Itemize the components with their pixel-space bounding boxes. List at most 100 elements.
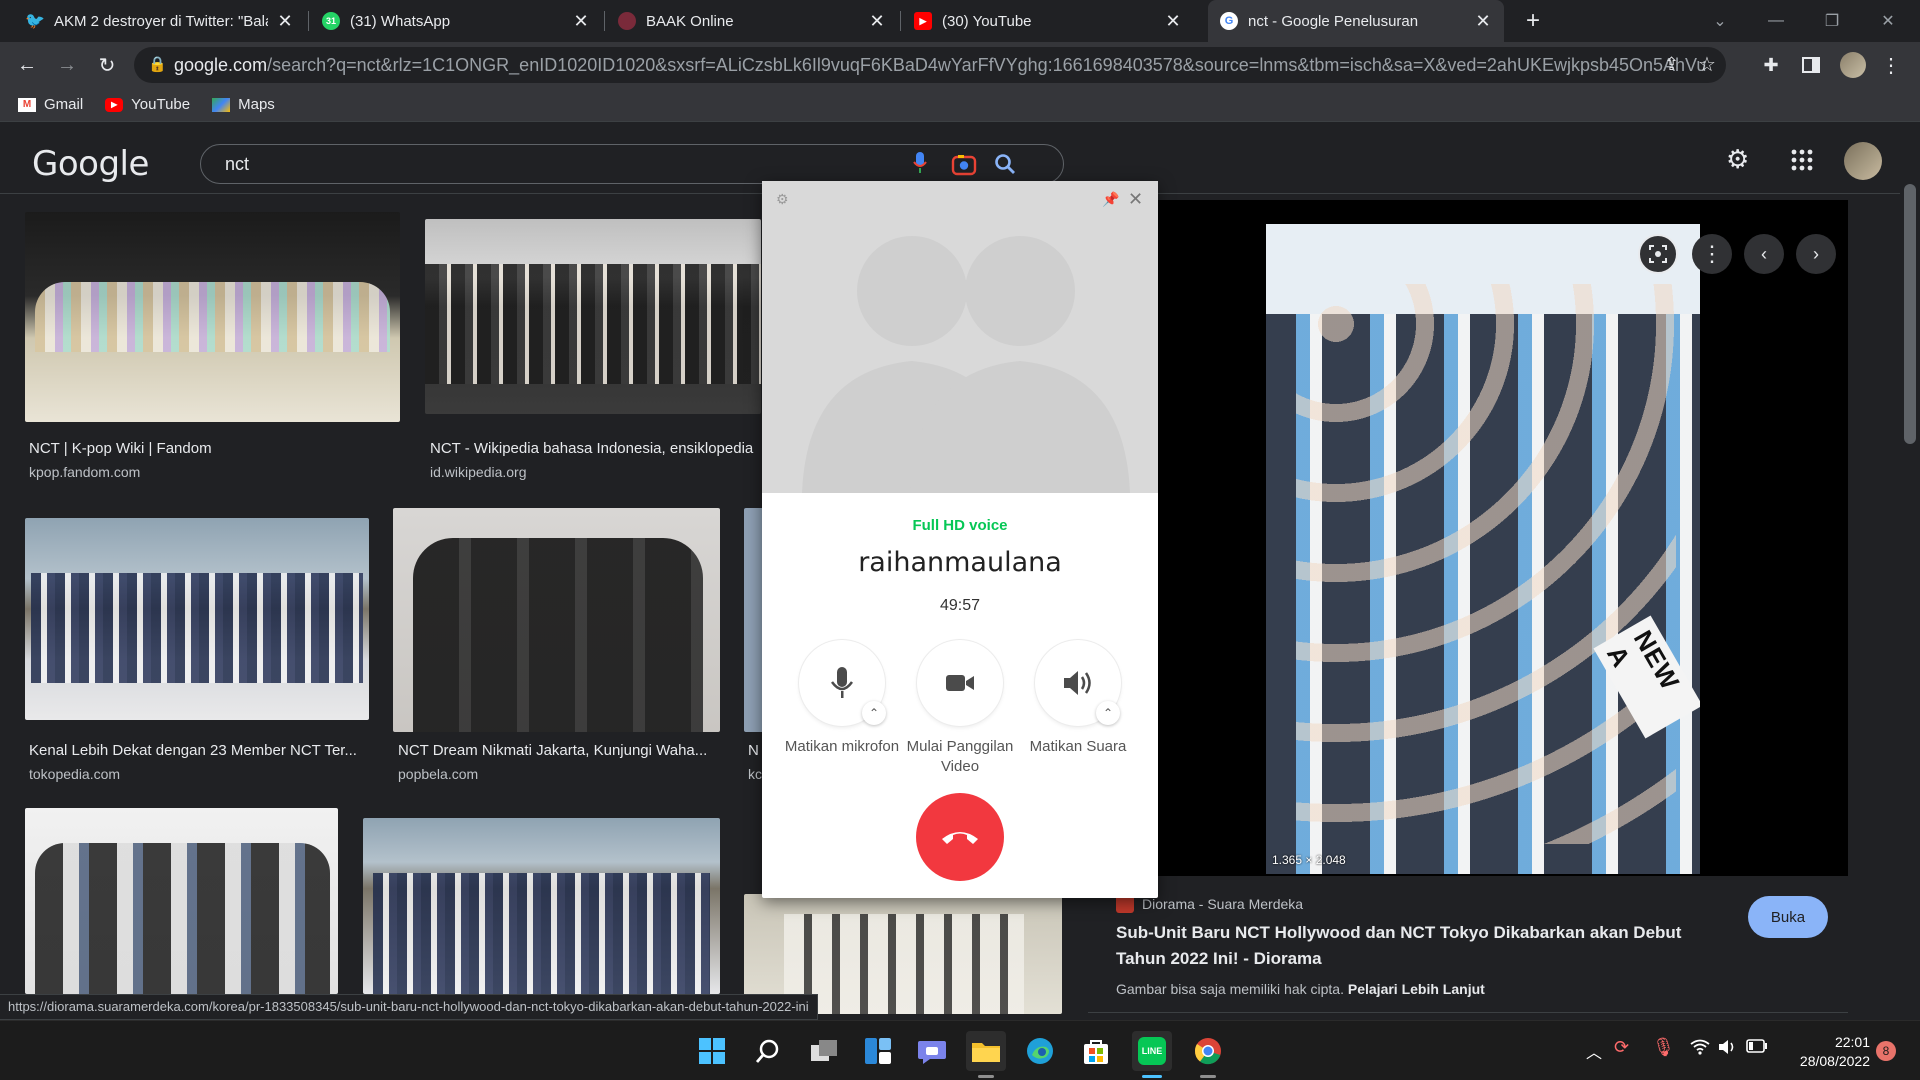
notification-count-badge[interactable]: 8 — [1876, 1041, 1896, 1061]
tab-twitter[interactable]: 🐦 AKM 2 destroyer di Twitter: "Bala ✕ — [14, 0, 306, 42]
start-video-call-label: Mulai Panggilan Video — [906, 738, 1014, 775]
bookmark-gmail[interactable]: M Gmail — [18, 96, 83, 113]
restore-button[interactable]: ❐ — [1804, 0, 1860, 42]
image-result-thumbnail[interactable] — [425, 219, 761, 414]
result-title[interactable]: NCT - Wikipedia bahasa Indonesia, ensikl… — [430, 440, 762, 457]
chrome-icon[interactable] — [1188, 1031, 1228, 1071]
settings-gear-icon[interactable]: ⚙ — [776, 191, 789, 208]
image-result-thumbnail[interactable] — [25, 808, 338, 994]
clock[interactable]: 22:01 28/08/2022 — [1778, 1033, 1870, 1071]
page-scrollbar[interactable] — [1900, 122, 1920, 1020]
mute-speaker-label: Matikan Suara — [1029, 738, 1127, 755]
volume-icon[interactable] — [1718, 1039, 1738, 1059]
result-source: id.wikipedia.org — [430, 464, 527, 480]
tab-whatsapp[interactable]: 31 (31) WhatsApp ✕ — [310, 0, 602, 42]
microphone-in-use-icon[interactable]: 🎙 — [1652, 1037, 1675, 1058]
image-result-thumbnail[interactable] — [744, 508, 764, 732]
address-bar[interactable]: 🔒 google.com/search?q=nct&rlz=1C1ONGR_en… — [134, 47, 1726, 83]
baak-icon — [618, 12, 636, 30]
side-panel-icon[interactable] — [1796, 50, 1826, 80]
default-avatar-icon — [802, 236, 1130, 493]
previous-image-button[interactable]: ‹ — [1744, 234, 1784, 274]
tab-google-search[interactable]: G nct - Google Penelusuran ✕ — [1208, 0, 1504, 42]
speaker-icon — [1064, 671, 1091, 695]
apps-grid-icon[interactable] — [1790, 148, 1814, 172]
next-image-button[interactable]: › — [1796, 234, 1836, 274]
forward-button[interactable]: → — [52, 50, 82, 80]
maps-icon — [212, 97, 231, 112]
search-input[interactable] — [225, 152, 865, 176]
image-result-thumbnail[interactable] — [25, 212, 400, 422]
close-tab-icon[interactable]: ✕ — [1474, 11, 1492, 32]
clock-date: 28/08/2022 — [1799, 1053, 1870, 1069]
sync-error-icon[interactable]: ⟳ — [1614, 1037, 1629, 1058]
google-account-avatar[interactable] — [1844, 142, 1882, 180]
edge-icon[interactable] — [1020, 1031, 1060, 1071]
close-call-window-icon[interactable]: ✕ — [1128, 189, 1143, 210]
image-result-thumbnail[interactable] — [393, 508, 720, 732]
open-button[interactable]: Buka — [1748, 896, 1828, 938]
bookmark-maps[interactable]: Maps — [212, 96, 275, 113]
search-icon[interactable] — [993, 151, 1017, 177]
lock-icon[interactable]: 🔒 — [148, 55, 167, 73]
image-result-thumbnail[interactable] — [363, 818, 720, 994]
speaker-options-caret-icon[interactable]: ⌃ — [1096, 701, 1120, 725]
lens-camera-icon[interactable] — [951, 153, 977, 177]
close-tab-icon[interactable]: ✕ — [572, 11, 590, 32]
battery-icon[interactable] — [1746, 1039, 1768, 1057]
call-duration: 49:57 — [939, 597, 981, 614]
learn-more-link[interactable]: Pelajari Lebih Lanjut — [1348, 981, 1485, 997]
result-source: kpop.fandom.com — [29, 464, 141, 480]
mic-options-caret-icon[interactable]: ⌃ — [862, 701, 886, 725]
search-box[interactable] — [200, 144, 1064, 184]
clock-time: 22:01 — [1834, 1034, 1870, 1050]
chrome-menu-icon[interactable]: ⋮ — [1876, 50, 1906, 80]
result-source: tokopedia.com — [29, 766, 121, 782]
tab-baak[interactable]: BAAK Online ✕ — [606, 0, 898, 42]
reload-button[interactable]: ↻ — [92, 50, 122, 80]
voice-call-window: ⚙ 📌 ✕ Full HD voice raihanmaulana 49:57 … — [762, 181, 1158, 898]
running-indicator — [1142, 1075, 1162, 1078]
wifi-icon[interactable] — [1690, 1039, 1710, 1059]
task-view-icon[interactable] — [804, 1031, 844, 1071]
new-tab-button[interactable]: + — [1518, 6, 1548, 36]
scrollbar-thumb[interactable] — [1904, 184, 1916, 444]
file-explorer-icon[interactable] — [966, 1031, 1006, 1071]
show-hidden-icons-chevron[interactable]: ︿ — [1586, 1039, 1602, 1063]
store-icon[interactable] — [1076, 1031, 1116, 1071]
video-camera-icon — [946, 675, 974, 691]
share-icon[interactable]: ⇪ — [1664, 54, 1679, 75]
close-tab-icon[interactable]: ✕ — [276, 11, 294, 32]
google-logo[interactable]: Google — [32, 144, 149, 184]
result-title[interactable]: NCT Dream Nikmati Jakarta, Kunjungi Waha… — [398, 742, 720, 759]
bookmark-youtube[interactable]: ▶ YouTube — [105, 96, 190, 113]
line-icon[interactable]: LINE — [1132, 1031, 1172, 1071]
tab-search-chevron-icon[interactable]: ⌄ — [1692, 0, 1748, 42]
preview-title[interactable]: Sub-Unit Baru NCT Hollywood dan NCT Toky… — [1116, 920, 1716, 972]
end-call-button[interactable] — [916, 793, 1004, 881]
profile-avatar[interactable] — [1838, 50, 1868, 80]
teams-chat-icon[interactable] — [912, 1031, 952, 1071]
lens-search-button[interactable] — [1638, 234, 1678, 274]
start-video-call-button[interactable] — [917, 640, 1003, 726]
result-title[interactable]: Kenal Lebih Dekat dengan 23 Member NCT T… — [29, 742, 369, 759]
hang-up-phone-icon — [942, 832, 978, 844]
image-result-thumbnail[interactable] — [25, 518, 369, 720]
extensions-icon[interactable]: ✚ — [1756, 50, 1786, 80]
close-tab-icon[interactable]: ✕ — [868, 11, 886, 32]
preview-image[interactable]: NEW A 1.365 × 2.048 — [1266, 224, 1700, 874]
back-button[interactable]: ← — [12, 50, 42, 80]
close-window-button[interactable]: ✕ — [1860, 0, 1916, 42]
search-icon[interactable] — [748, 1031, 788, 1071]
tab-youtube[interactable]: ▶ (30) YouTube ✕ — [902, 0, 1194, 42]
result-title[interactable]: NCT | K-pop Wiki | Fandom — [29, 440, 399, 457]
more-options-icon[interactable]: ⋮ — [1692, 234, 1732, 274]
windows-start-icon[interactable] — [692, 1031, 732, 1071]
minimize-button[interactable]: — — [1748, 0, 1804, 42]
bookmark-star-icon[interactable]: ☆ — [1698, 52, 1716, 77]
voice-search-icon[interactable] — [913, 151, 927, 175]
close-tab-icon[interactable]: ✕ — [1164, 11, 1182, 32]
pin-icon[interactable]: 📌 — [1102, 191, 1119, 208]
settings-gear-icon[interactable]: ⚙ — [1726, 144, 1756, 174]
widgets-icon[interactable] — [858, 1031, 898, 1071]
